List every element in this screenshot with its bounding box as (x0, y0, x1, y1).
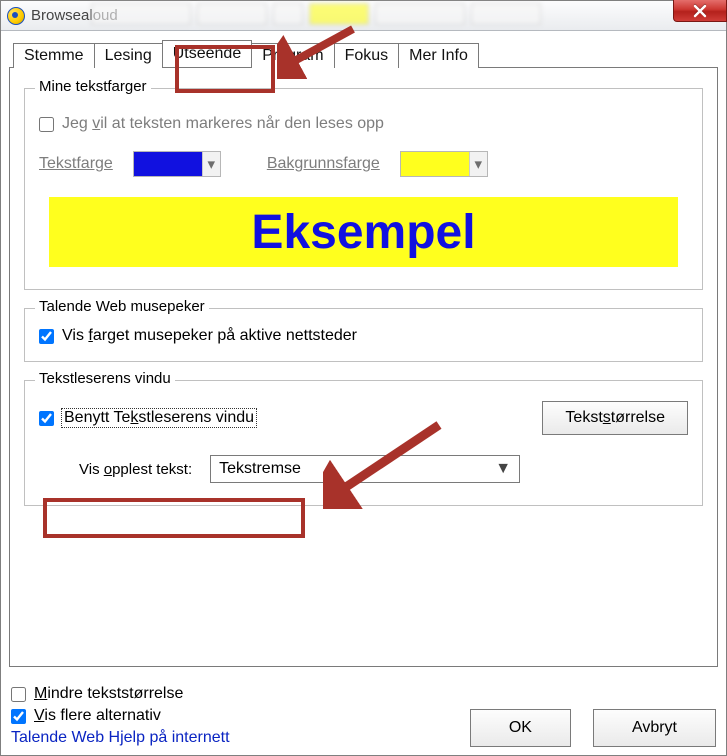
group-mouse-legend: Talende Web musepeker (35, 298, 209, 315)
tab-content: Mine tekstfarger Jeg vil at teksten mark… (9, 67, 718, 667)
chk-more-options-label: Vis flere alternativ (34, 707, 161, 725)
color-pick-row: Tekstfarge ▾ Bakgrunnsfarge ▾ (39, 151, 688, 177)
group-text-colors-legend: Mine tekstfarger (35, 78, 151, 95)
text-color-dropdown[interactable]: ▾ (133, 151, 221, 177)
chevron-down-icon: ▼ (495, 460, 511, 478)
chk-use-textreader-label: Benytt Tekstleserens vindu (62, 409, 256, 427)
chk-use-textreader[interactable] (39, 411, 54, 426)
group-textreader-legend: Tekstleserens vindu (35, 370, 175, 387)
footer-buttons: OK Avbryt (470, 709, 716, 747)
ok-button[interactable]: OK (470, 709, 571, 747)
example-preview: Eksempel (49, 197, 678, 267)
chk-highlight-row: Jeg vil at teksten markeres når den lese… (39, 115, 688, 133)
text-size-button[interactable]: Tekststørrelse (542, 401, 688, 435)
dialog-window: Browsealoud Stemme Lesing Utseende Progr… (0, 0, 727, 756)
close-icon (693, 4, 707, 18)
chk-more-options-row: Vis flere alternativ (11, 707, 230, 725)
row-use-textreader: Benytt Tekstleserens vindu Tekststørrels… (39, 401, 688, 435)
background-decoration (91, 3, 541, 25)
tab-program[interactable]: Program (251, 43, 334, 68)
close-button[interactable] (673, 0, 727, 22)
row-display-read-text: Vis opplest tekst: Tekstremse ▼ (39, 455, 688, 483)
text-color-swatch (134, 152, 202, 176)
cancel-button[interactable]: Avbryt (593, 709, 716, 747)
bg-color-swatch (401, 152, 469, 176)
chk-highlight[interactable] (39, 117, 54, 132)
bg-color-dropdown[interactable]: ▾ (400, 151, 488, 177)
display-read-text-label: Vis opplest tekst: (79, 461, 192, 478)
chk-coloured-cursor[interactable] (39, 329, 54, 344)
tab-fokus[interactable]: Fokus (334, 43, 400, 68)
chevron-down-icon: ▾ (202, 152, 220, 176)
tab-stemme[interactable]: Stemme (13, 43, 95, 68)
chk-more-options[interactable] (11, 709, 26, 724)
tab-merinfo[interactable]: Mer Info (398, 43, 479, 68)
chk-use-textreader-row: Benytt Tekstleserens vindu (39, 409, 256, 427)
display-read-text-select[interactable]: Tekstremse ▼ (210, 455, 520, 483)
chk-smaller-text-row: Mindre tekststørrelse (11, 685, 230, 703)
group-mouse-pointer: Talende Web musepeker Vis farget musepek… (24, 308, 703, 362)
tab-utseende[interactable]: Utseende (162, 40, 253, 67)
chk-coloured-cursor-label: Vis farget musepeker på aktive nettstede… (62, 327, 357, 345)
titlebar: Browsealoud (1, 1, 726, 31)
footer-left: Mindre tekststørrelse Vis flere alternat… (11, 685, 230, 747)
group-textreader-window: Tekstleserens vindu Benytt Tekstleserens… (24, 380, 703, 506)
chevron-down-icon: ▾ (469, 152, 487, 176)
app-icon (7, 7, 25, 25)
group-text-colors: Mine tekstfarger Jeg vil at teksten mark… (24, 88, 703, 290)
text-color-label: Tekstfarge (39, 155, 113, 173)
select-value: Tekstremse (219, 460, 301, 478)
bg-color-label: Bakgrunnsfarge (267, 155, 380, 173)
client-area: Stemme Lesing Utseende Program Fokus Mer… (9, 39, 718, 747)
chk-highlight-label: Jeg vil at teksten markeres når den lese… (62, 115, 384, 133)
footer: Mindre tekststørrelse Vis flere alternat… (9, 681, 718, 747)
chk-smaller-text-label: Mindre tekststørrelse (34, 685, 183, 703)
chk-coloured-cursor-row: Vis farget musepeker på aktive nettstede… (39, 327, 688, 345)
chk-smaller-text[interactable] (11, 687, 26, 702)
tab-lesing[interactable]: Lesing (94, 43, 163, 68)
tab-row: Stemme Lesing Utseende Program Fokus Mer… (9, 39, 718, 67)
help-link[interactable]: Talende Web Hjelp på internett (11, 729, 230, 747)
